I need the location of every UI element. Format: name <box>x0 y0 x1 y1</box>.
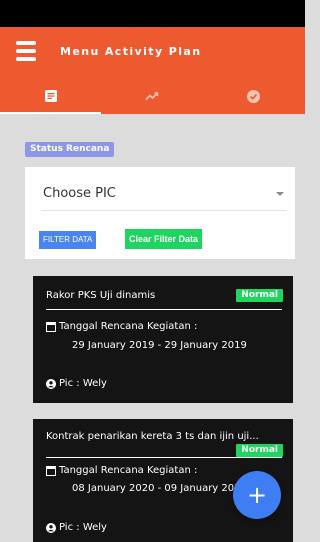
date-range: 29 January 2019 - 29 January 2019 <box>72 340 247 351</box>
divider <box>46 457 282 458</box>
chevron-down-icon <box>276 192 284 196</box>
tab-list[interactable] <box>0 78 101 114</box>
app-title: Menu Activity Plan <box>60 45 202 58</box>
check-circle-icon <box>247 89 260 103</box>
plan-card[interactable]: Rakor PKS Uji dinamis Normal Tanggal Ren… <box>33 276 293 403</box>
filter-card: Choose PIC FILTER DATA Clear Filter Data <box>25 167 295 259</box>
add-plan-button[interactable]: + <box>233 471 281 519</box>
user-icon <box>46 522 56 533</box>
calendar-icon <box>46 465 56 476</box>
date-range: 08 January 2020 - 09 January 2020 <box>72 483 247 494</box>
pic-select-label: Choose PIC <box>43 186 116 201</box>
date-label: Tanggal Rencana Kegiatan : <box>59 321 198 332</box>
tab-indicator <box>0 112 101 114</box>
date-label: Tanggal Rencana Kegiatan : <box>59 465 198 476</box>
pic-row: Pic : Wely <box>46 378 107 389</box>
clear-filter-button[interactable]: Clear Filter Data <box>125 229 203 249</box>
date-row: Tanggal Rencana Kegiatan : <box>46 465 197 476</box>
status-rencana-chip: Status Rencana <box>25 142 115 157</box>
status-bar <box>0 0 305 27</box>
hamburger-icon[interactable] <box>16 41 36 63</box>
tab-completed[interactable] <box>202 78 305 114</box>
tab-trending[interactable] <box>101 78 202 114</box>
pic-label: Pic : Wely <box>59 378 107 389</box>
trending-up-icon <box>144 92 158 101</box>
list-icon <box>44 90 57 102</box>
app-bar: Menu Activity Plan <box>0 27 305 78</box>
calendar-icon <box>46 321 56 332</box>
filter-data-button[interactable]: FILTER DATA <box>39 231 97 249</box>
status-badge: Normal <box>236 289 283 302</box>
plus-icon: + <box>246 481 268 509</box>
pic-label: Pic : Wely <box>59 522 107 533</box>
tab-bar <box>0 78 305 114</box>
user-icon <box>46 378 56 389</box>
pic-row: Pic : Wely <box>46 522 107 533</box>
status-badge: Normal <box>236 444 283 457</box>
date-row: Tanggal Rencana Kegiatan : <box>46 321 197 332</box>
pic-select[interactable]: Choose PIC <box>41 177 287 211</box>
divider <box>46 309 282 310</box>
plan-title: Kontrak penarikan kereta 3 ts dan ijin u… <box>46 431 259 442</box>
plan-title: Rakor PKS Uji dinamis <box>46 290 156 301</box>
